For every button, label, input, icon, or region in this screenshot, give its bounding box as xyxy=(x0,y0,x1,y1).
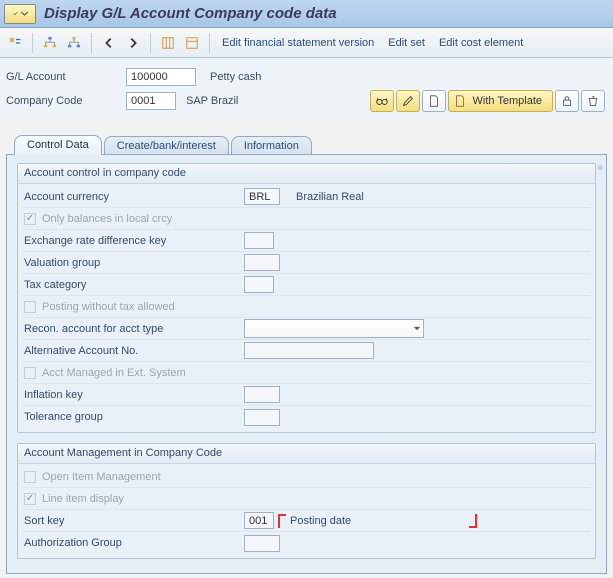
arrow-left-icon xyxy=(102,36,116,50)
toolbar-separator xyxy=(32,33,33,53)
account-currency-desc: Brazilian Real xyxy=(296,191,364,203)
columns-icon xyxy=(161,36,175,50)
posting-without-tax-checkbox xyxy=(24,301,36,313)
expand-icon xyxy=(8,36,22,50)
edit-set-link[interactable]: Edit set xyxy=(382,37,431,49)
ext-system-checkbox xyxy=(24,367,36,379)
alt-account-label: Alternative Account No. xyxy=(24,345,244,357)
page-title: Display G/L Account Company code data xyxy=(44,5,337,22)
exchange-rate-label: Exchange rate difference key xyxy=(24,235,244,247)
hierarchy-icon xyxy=(43,36,57,50)
toolbar-separator xyxy=(91,33,92,53)
with-template-label: With Template xyxy=(473,95,543,107)
tab-information[interactable]: Information xyxy=(231,136,312,155)
delete-button[interactable] xyxy=(581,90,605,112)
only-balances-label: Only balances in local crcy xyxy=(42,213,172,225)
gl-account-desc: Petty cash xyxy=(210,71,261,83)
document-icon xyxy=(453,94,467,108)
tab-create-bank-interest[interactable]: Create/bank/interest xyxy=(104,136,229,155)
highlight-bracket-icon xyxy=(469,514,477,528)
toolbar-separator xyxy=(150,33,151,53)
inflation-key-label: Inflation key xyxy=(24,389,244,401)
company-code-desc: SAP Brazil xyxy=(186,95,238,107)
tab-zone: Control Data Create/bank/interest Inform… xyxy=(6,132,607,574)
auth-group-label: Authorization Group xyxy=(24,537,244,549)
document-icon xyxy=(427,94,441,108)
glasses-icon xyxy=(375,94,389,108)
alt-account-input[interactable] xyxy=(244,342,374,359)
tab-control-data[interactable]: Control Data xyxy=(14,135,102,155)
ext-system-label: Acct Managed in Ext. System xyxy=(42,367,186,379)
hierarchy-icon-button-2[interactable] xyxy=(63,32,85,54)
menu-button[interactable] xyxy=(4,4,36,24)
chevron-down-icon xyxy=(413,326,421,331)
line-item-label: Line item display xyxy=(42,493,124,505)
lock-icon xyxy=(560,94,574,108)
account-currency-input[interactable] xyxy=(244,188,280,205)
only-balances-checkbox xyxy=(24,213,36,225)
settings-button-2[interactable] xyxy=(181,32,203,54)
group-title: Account control in company code xyxy=(18,164,595,184)
exchange-rate-input[interactable] xyxy=(244,232,274,249)
title-bar: Display G/L Account Company code data xyxy=(0,0,613,28)
hierarchy-icon-button-1[interactable] xyxy=(39,32,61,54)
settings-button-1[interactable] xyxy=(157,32,179,54)
tax-category-label: Tax category xyxy=(24,279,244,291)
tabstrip: Control Data Create/bank/interest Inform… xyxy=(6,132,607,154)
app-toolbar: Edit financial statement version Edit se… xyxy=(0,28,613,58)
recon-account-label: Recon. account for acct type xyxy=(24,323,244,335)
scroll-indicator[interactable] xyxy=(598,165,603,170)
company-code-input[interactable] xyxy=(126,92,176,110)
open-item-label: Open Item Management xyxy=(42,471,161,483)
open-item-checkbox xyxy=(24,471,36,483)
group-account-control: Account control in company code Account … xyxy=(17,163,596,433)
valuation-group-label: Valuation group xyxy=(24,257,244,269)
group-account-mgmt: Account Management in Company Code Open … xyxy=(17,443,596,559)
tax-category-input[interactable] xyxy=(244,276,274,293)
company-code-label: Company Code xyxy=(6,95,126,107)
toggle-icon-button[interactable] xyxy=(4,32,26,54)
sort-key-desc-text: Posting date xyxy=(290,515,351,527)
highlight-bracket-icon xyxy=(278,514,286,528)
toolbar-separator xyxy=(209,33,210,53)
with-template-button[interactable]: With Template xyxy=(448,90,554,112)
gl-account-label: G/L Account xyxy=(6,71,126,83)
display-button[interactable] xyxy=(370,90,394,112)
tab-body: Account control in company code Account … xyxy=(6,154,607,574)
header-form: G/L Account Petty cash Company Code SAP … xyxy=(0,58,613,116)
sort-key-label: Sort key xyxy=(24,515,244,527)
layout-icon xyxy=(185,36,199,50)
trash-icon xyxy=(586,94,600,108)
chevron-down-icon xyxy=(20,11,29,16)
recon-account-select[interactable] xyxy=(244,319,424,338)
inflation-key-input[interactable] xyxy=(244,386,280,403)
hierarchy-icon xyxy=(67,36,81,50)
next-button[interactable] xyxy=(122,32,144,54)
gl-account-input[interactable] xyxy=(126,68,196,86)
account-currency-label: Account currency xyxy=(24,191,244,203)
check-icon xyxy=(11,11,20,16)
prev-button[interactable] xyxy=(98,32,120,54)
line-item-checkbox xyxy=(24,493,36,505)
group-title: Account Management in Company Code xyxy=(18,444,595,464)
sort-key-desc: Posting date xyxy=(290,515,351,527)
auth-group-input[interactable] xyxy=(244,535,280,552)
posting-without-tax-label: Posting without tax allowed xyxy=(42,301,175,313)
tolerance-group-input[interactable] xyxy=(244,409,280,426)
tolerance-group-label: Tolerance group xyxy=(24,411,244,423)
lock-button[interactable] xyxy=(555,90,579,112)
valuation-group-input[interactable] xyxy=(244,254,280,271)
edit-button[interactable] xyxy=(396,90,420,112)
create-button[interactable] xyxy=(422,90,446,112)
pencil-icon xyxy=(401,94,415,108)
edit-cost-element-link[interactable]: Edit cost element xyxy=(433,37,529,49)
edit-fsv-link[interactable]: Edit financial statement version xyxy=(216,37,380,49)
sort-key-input[interactable] xyxy=(244,512,274,529)
arrow-right-icon xyxy=(126,36,140,50)
